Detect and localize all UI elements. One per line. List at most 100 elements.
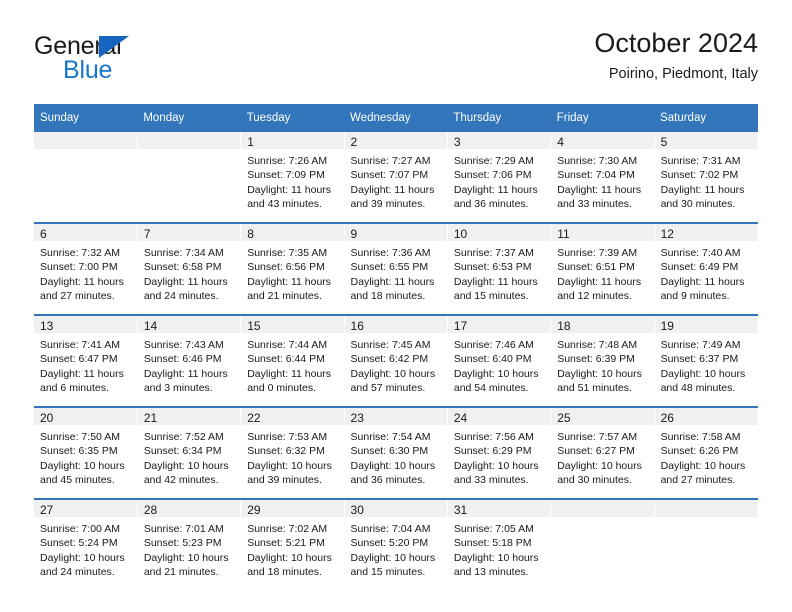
calendar-day-cell[interactable]: 14 Sunrise: 7:43 AM Sunset: 6:46 PM Dayligh… bbox=[137, 314, 242, 407]
day-details: Sunrise: 7:40 AM Sunset: 6:49 PM Daylight:… bbox=[655, 241, 757, 304]
daylight-duration-line1: Daylight: 11 hours bbox=[453, 183, 538, 196]
day-details: Sunrise: 7:32 AM Sunset: 7:00 PM Daylight:… bbox=[34, 241, 137, 304]
sunrise-time: Sunrise: 7:56 AM bbox=[453, 431, 534, 443]
sunset-time: Sunset: 7:00 PM bbox=[40, 261, 118, 274]
day-number: 22 bbox=[241, 408, 344, 425]
daylight-duration-line1: Daylight: 10 hours bbox=[247, 459, 332, 472]
calendar-day-cell[interactable]: 3 Sunrise: 7:29 AM Sunset: 7:06 PM Daylight… bbox=[447, 132, 552, 223]
calendar-week-row: 13 Sunrise: 7:41 AM Sunset: 6:47 PM Dayligh… bbox=[34, 314, 759, 407]
sunset-time: Sunset: 6:51 PM bbox=[557, 261, 635, 274]
calendar-day-cell[interactable]: 17 Sunrise: 7:46 AM Sunset: 6:40 PM Dayligh… bbox=[447, 314, 552, 407]
calendar-day-cell[interactable]: 12 Sunrise: 7:40 AM Sunset: 6:49 PM Dayligh… bbox=[654, 222, 759, 315]
day-details: Sunrise: 7:44 AM Sunset: 6:44 PM Daylight:… bbox=[241, 333, 343, 396]
daylight-duration-line1: Daylight: 10 hours bbox=[453, 459, 539, 472]
calendar-day-cell[interactable]: 10 Sunrise: 7:37 AM Sunset: 6:53 PM Dayligh… bbox=[447, 222, 552, 315]
calendar-day-cell[interactable]: 26 Sunrise: 7:58 AM Sunset: 6:26 PM Dayligh… bbox=[654, 406, 759, 499]
daylight-duration-line2: and 21 minutes. bbox=[143, 566, 219, 579]
day-number: 12 bbox=[654, 224, 757, 241]
calendar-body: 1 Sunrise: 7:26 AM Sunset: 7:09 PM Daylight… bbox=[34, 132, 759, 590]
calendar-week-row: 20 Sunrise: 7:50 AM Sunset: 6:35 PM Dayligh… bbox=[34, 406, 759, 499]
sunrise-time: Sunrise: 7:39 AM bbox=[557, 247, 638, 259]
calendar-day-cell[interactable]: 25 Sunrise: 7:57 AM Sunset: 6:27 PM Dayligh… bbox=[550, 406, 655, 499]
day-details: Sunrise: 7:48 AM Sunset: 6:39 PM Daylight:… bbox=[551, 333, 653, 396]
calendar-day-cell[interactable]: 24 Sunrise: 7:56 AM Sunset: 6:29 PM Dayligh… bbox=[447, 406, 552, 499]
daylight-duration-line1: Daylight: 10 hours bbox=[660, 367, 746, 380]
calendar-day-cell-empty bbox=[654, 498, 759, 590]
day-number: 3 bbox=[447, 132, 551, 149]
calendar-day-cell[interactable]: 7 Sunrise: 7:34 AM Sunset: 6:58 PM Daylight… bbox=[137, 222, 242, 315]
daylight-duration-line2: and 57 minutes. bbox=[350, 382, 426, 395]
calendar-day-cell[interactable]: 13 Sunrise: 7:41 AM Sunset: 6:47 PM Dayligh… bbox=[34, 314, 138, 407]
day-details: Sunrise: 7:56 AM Sunset: 6:29 PM Daylight:… bbox=[448, 425, 550, 488]
daylight-duration-line2: and 18 minutes. bbox=[247, 566, 322, 579]
calendar-day-cell[interactable]: 28 Sunrise: 7:01 AM Sunset: 5:23 PM Dayligh… bbox=[137, 498, 242, 590]
calendar-day-cell[interactable]: 8 Sunrise: 7:35 AM Sunset: 6:56 PM Daylight… bbox=[240, 222, 345, 315]
sunrise-time: Sunrise: 7:27 AM bbox=[350, 155, 431, 167]
daylight-duration-line2: and 45 minutes. bbox=[40, 474, 115, 487]
day-details: Sunrise: 7:53 AM Sunset: 6:32 PM Daylight:… bbox=[241, 425, 343, 488]
day-details: Sunrise: 7:31 AM Sunset: 7:02 PM Daylight:… bbox=[655, 149, 757, 212]
sunset-time: Sunset: 6:56 PM bbox=[247, 261, 325, 274]
daylight-duration-line1: Daylight: 10 hours bbox=[350, 459, 436, 472]
day-details: Sunrise: 7:52 AM Sunset: 6:34 PM Daylight:… bbox=[138, 425, 240, 488]
calendar-day-cell[interactable]: 29 Sunrise: 7:02 AM Sunset: 5:21 PM Dayligh… bbox=[240, 498, 345, 590]
calendar-day-cell[interactable]: 16 Sunrise: 7:45 AM Sunset: 6:42 PM Dayligh… bbox=[344, 314, 448, 407]
day-number: 15 bbox=[241, 316, 344, 333]
daylight-duration-line2: and 39 minutes. bbox=[247, 474, 322, 487]
calendar-day-cell[interactable]: 20 Sunrise: 7:50 AM Sunset: 6:35 PM Dayligh… bbox=[34, 406, 138, 499]
calendar-day-cell[interactable]: 18 Sunrise: 7:48 AM Sunset: 6:39 PM Dayligh… bbox=[550, 314, 655, 407]
calendar-day-cell[interactable]: 30 Sunrise: 7:04 AM Sunset: 5:20 PM Dayligh… bbox=[344, 498, 448, 590]
day-details: Sunrise: 7:34 AM Sunset: 6:58 PM Daylight:… bbox=[138, 241, 240, 304]
calendar-week-row: 1 Sunrise: 7:26 AM Sunset: 7:09 PM Daylight… bbox=[34, 132, 759, 223]
daylight-duration-line1: Daylight: 11 hours bbox=[247, 275, 332, 288]
general-blue-logo[interactable]: General Blue bbox=[34, 32, 254, 92]
weekday-header-sunday: Sunday bbox=[34, 104, 138, 132]
calendar-day-cell[interactable]: 22 Sunrise: 7:53 AM Sunset: 6:32 PM Dayligh… bbox=[240, 406, 345, 499]
calendar-day-cell[interactable]: 5 Sunrise: 7:31 AM Sunset: 7:02 PM Daylight… bbox=[654, 132, 759, 223]
day-number: 4 bbox=[551, 132, 654, 149]
daylight-duration-line1: Daylight: 11 hours bbox=[660, 275, 745, 288]
sunset-time: Sunset: 5:20 PM bbox=[350, 537, 429, 550]
daylight-duration-line1: Daylight: 10 hours bbox=[247, 551, 332, 564]
daylight-duration-line2: and 43 minutes. bbox=[247, 198, 322, 211]
sunset-time: Sunset: 6:29 PM bbox=[453, 445, 532, 458]
daylight-duration-line2: and 36 minutes. bbox=[350, 474, 426, 487]
calendar-day-cell[interactable]: 31 Sunrise: 7:05 AM Sunset: 5:18 PM Dayligh… bbox=[447, 498, 552, 590]
calendar-day-cell[interactable]: 4 Sunrise: 7:30 AM Sunset: 7:04 PM Daylight… bbox=[550, 132, 655, 223]
sunrise-time: Sunrise: 7:01 AM bbox=[143, 523, 224, 535]
day-details: Sunrise: 7:57 AM Sunset: 6:27 PM Daylight:… bbox=[551, 425, 653, 488]
sunset-time: Sunset: 6:42 PM bbox=[350, 353, 429, 366]
daylight-duration-line1: Daylight: 11 hours bbox=[557, 183, 642, 196]
weekday-header-wednesday: Wednesday bbox=[344, 104, 448, 132]
day-details: Sunrise: 7:46 AM Sunset: 6:40 PM Daylight:… bbox=[448, 333, 550, 396]
daylight-duration-line2: and 15 minutes. bbox=[453, 290, 529, 303]
daylight-duration-line1: Daylight: 10 hours bbox=[660, 459, 746, 472]
calendar-day-cell[interactable]: 6 Sunrise: 7:32 AM Sunset: 7:00 PM Daylight… bbox=[34, 222, 138, 315]
calendar-day-cell[interactable]: 1 Sunrise: 7:26 AM Sunset: 7:09 PM Daylight… bbox=[240, 132, 345, 223]
sunrise-time: Sunrise: 7:58 AM bbox=[660, 431, 741, 443]
day-details: Sunrise: 7:45 AM Sunset: 6:42 PM Daylight:… bbox=[345, 333, 447, 396]
calendar-day-cell[interactable]: 2 Sunrise: 7:27 AM Sunset: 7:07 PM Daylight… bbox=[344, 132, 448, 223]
calendar-day-cell[interactable]: 11 Sunrise: 7:39 AM Sunset: 6:51 PM Dayligh… bbox=[550, 222, 655, 315]
day-number-band bbox=[34, 132, 137, 149]
calendar-day-cell[interactable]: 23 Sunrise: 7:54 AM Sunset: 6:30 PM Dayligh… bbox=[344, 406, 448, 499]
sunset-time: Sunset: 6:55 PM bbox=[350, 261, 429, 274]
calendar-day-cell[interactable]: 9 Sunrise: 7:36 AM Sunset: 6:55 PM Daylight… bbox=[344, 222, 448, 315]
sunrise-time: Sunrise: 7:49 AM bbox=[660, 339, 741, 351]
calendar-day-cell[interactable]: 27 Sunrise: 7:00 AM Sunset: 5:24 PM Dayligh… bbox=[34, 498, 138, 590]
day-details: Sunrise: 7:30 AM Sunset: 7:04 PM Daylight:… bbox=[551, 149, 653, 212]
daylight-duration-line2: and 24 minutes. bbox=[40, 566, 115, 579]
calendar-day-cell[interactable]: 21 Sunrise: 7:52 AM Sunset: 6:34 PM Dayligh… bbox=[137, 406, 242, 499]
sunrise-sunset-calendar: Sunday Monday Tuesday Wednesday Thursday… bbox=[34, 104, 759, 590]
calendar-day-cell[interactable]: 15 Sunrise: 7:44 AM Sunset: 6:44 PM Dayligh… bbox=[240, 314, 345, 407]
sunrise-time: Sunrise: 7:29 AM bbox=[453, 155, 534, 167]
sunrise-time: Sunrise: 7:35 AM bbox=[247, 247, 328, 259]
day-number: 6 bbox=[34, 224, 137, 241]
logo-text-blue: Blue bbox=[63, 56, 113, 84]
calendar-day-cell[interactable]: 19 Sunrise: 7:49 AM Sunset: 6:37 PM Dayligh… bbox=[654, 314, 759, 407]
day-details: Sunrise: 7:37 AM Sunset: 6:53 PM Daylight:… bbox=[448, 241, 550, 304]
sunset-time: Sunset: 6:46 PM bbox=[143, 353, 222, 366]
daylight-duration-line2: and 30 minutes. bbox=[660, 198, 736, 211]
day-details: Sunrise: 7:58 AM Sunset: 6:26 PM Daylight:… bbox=[655, 425, 757, 488]
sunrise-time: Sunrise: 7:00 AM bbox=[40, 523, 120, 535]
